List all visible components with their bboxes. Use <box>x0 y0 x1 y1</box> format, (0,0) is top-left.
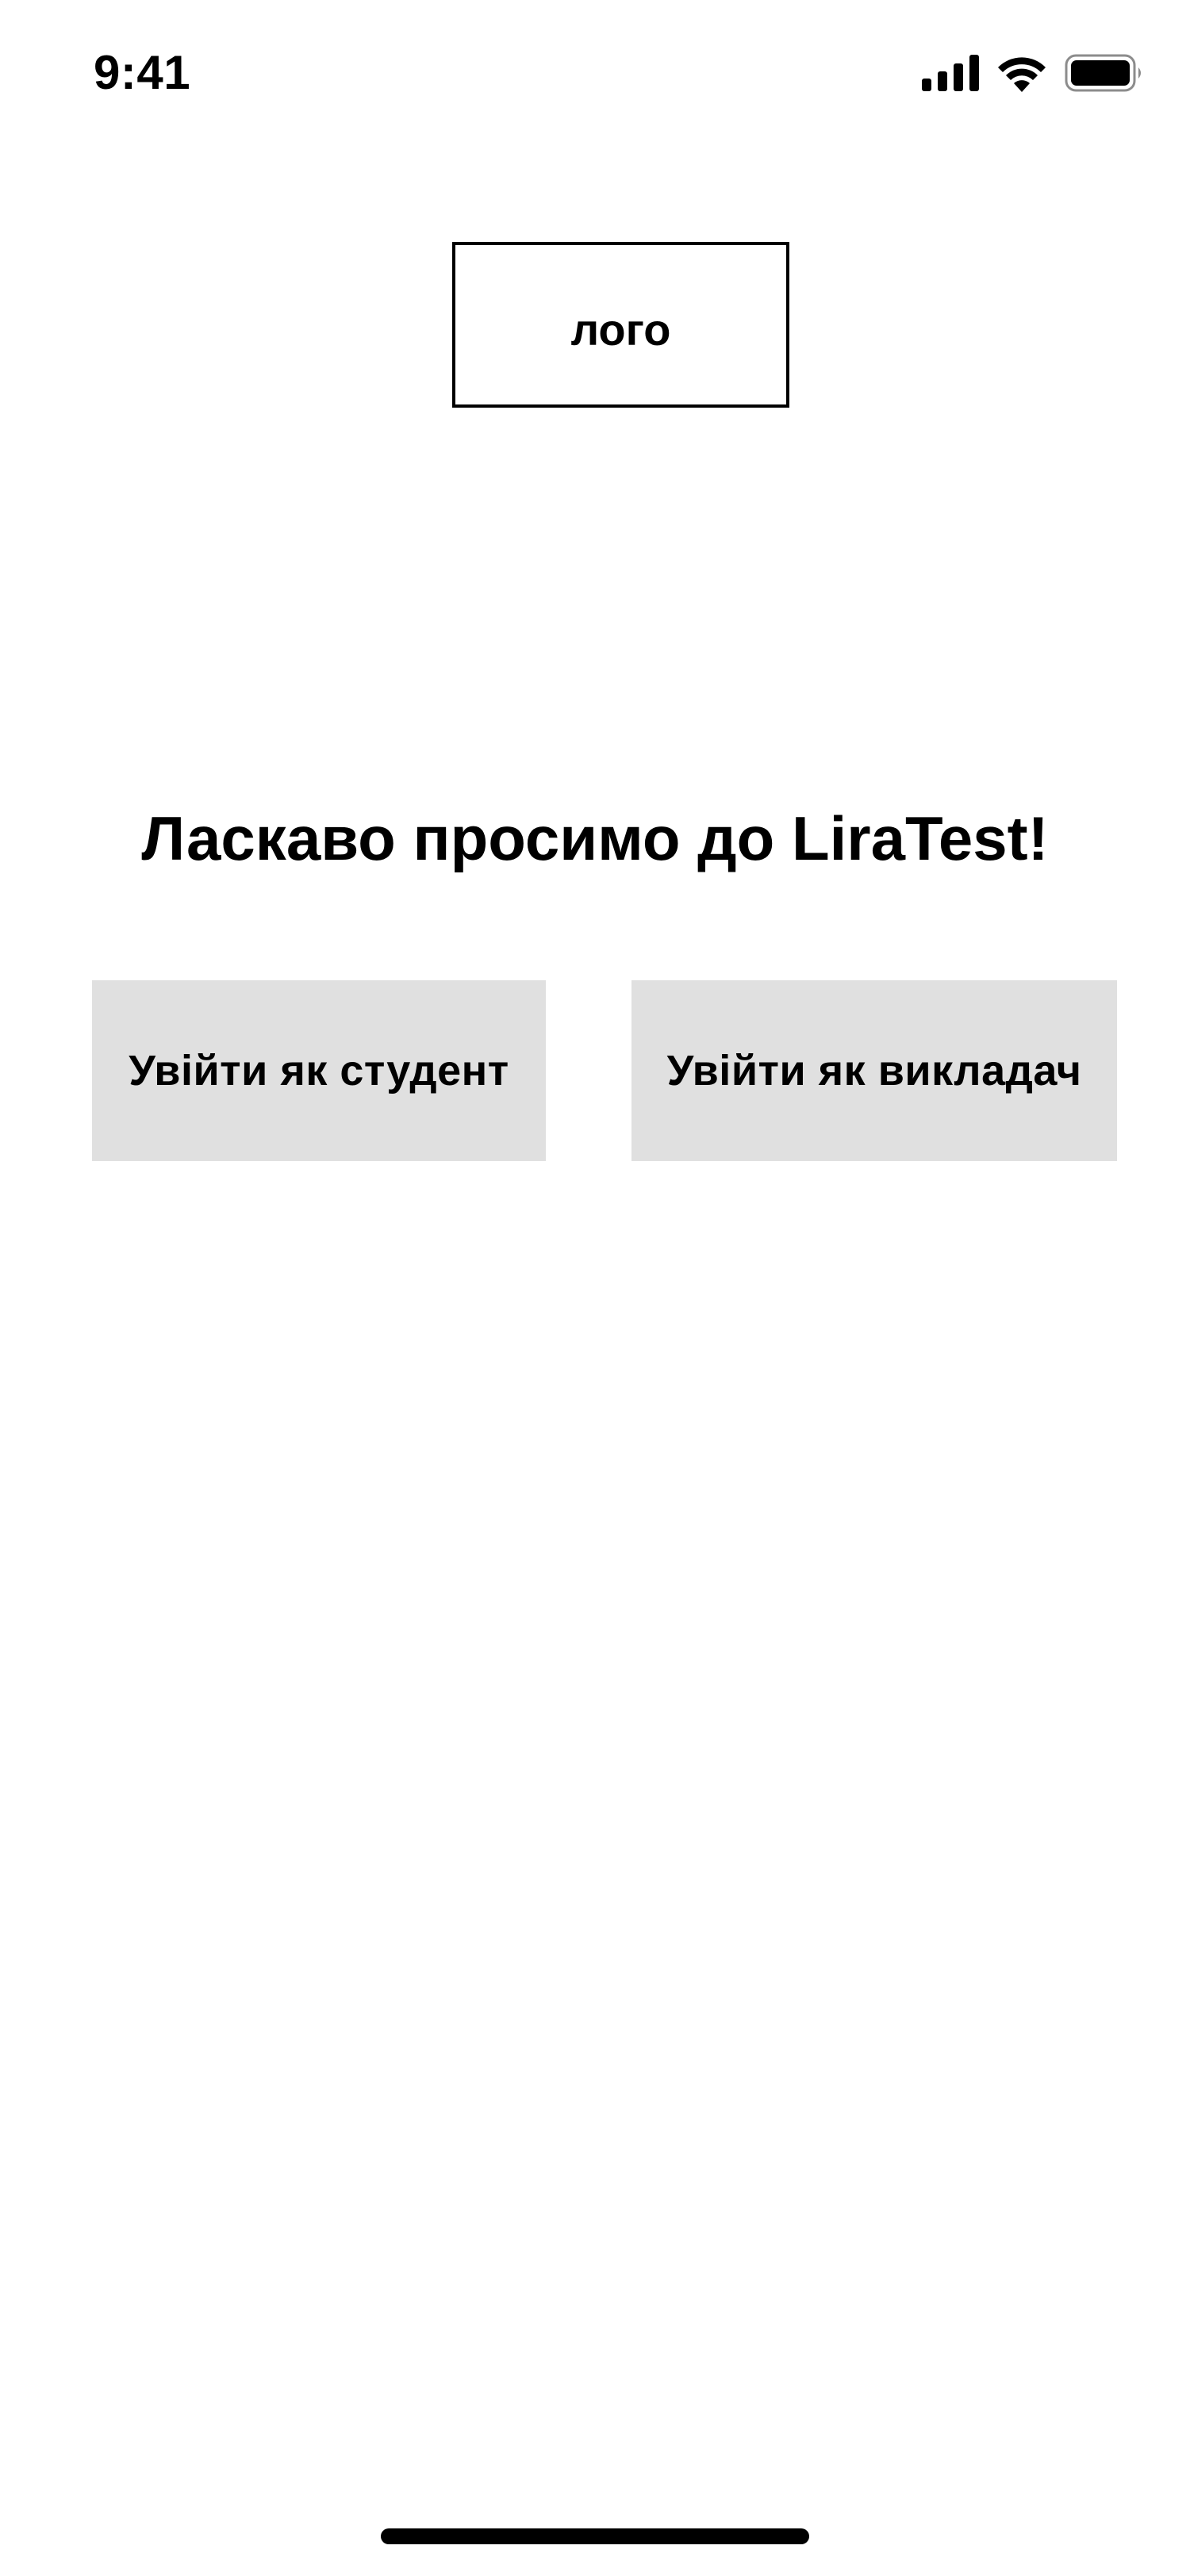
login-as-student-label: Увійти як студент <box>129 1047 509 1094</box>
status-icons <box>922 49 1144 97</box>
home-indicator[interactable] <box>381 2528 809 2544</box>
battery-icon <box>1065 54 1144 92</box>
welcome-screen: 9:41 лого Ласкаво просимо до LiraTest! У… <box>0 0 1190 2576</box>
login-as-teacher-button[interactable]: Увійти як викладач <box>631 980 1117 1161</box>
logo-placeholder: лого <box>452 242 789 408</box>
status-time: 9:41 <box>94 46 191 99</box>
welcome-title: Ласкаво просимо до LiraTest! <box>141 803 1049 873</box>
cellular-signal-icon <box>922 55 979 91</box>
logo-label: лого <box>570 304 671 355</box>
login-as-teacher-label: Увійти як викладач <box>666 1047 1082 1094</box>
login-as-student-button[interactable]: Увійти як студент <box>92 980 546 1161</box>
wifi-icon <box>996 54 1047 92</box>
status-bar: 9:41 <box>0 0 1190 143</box>
